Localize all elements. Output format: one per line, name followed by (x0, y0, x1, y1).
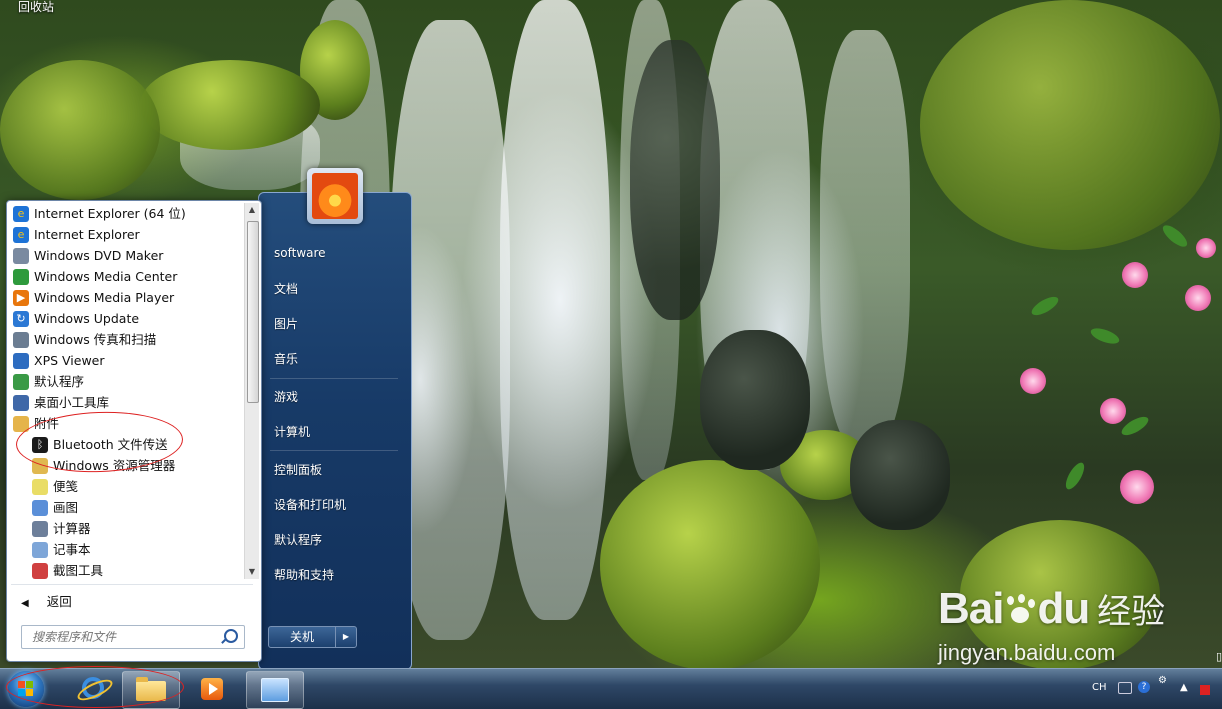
xps-viewer-icon (13, 352, 29, 369)
program-item[interactable]: 画图 (9, 497, 243, 518)
annotation-circle-taskbar (6, 666, 184, 708)
back-label: 返回 (46, 594, 72, 609)
recycle-bin-label[interactable]: 回收站 (18, 0, 54, 15)
program-item[interactable]: Windows DVD Maker (9, 245, 243, 266)
program-item-label: Windows Media Player (34, 290, 175, 305)
all-programs-list: e Internet Explorer (64 位) e Internet Explo… (9, 203, 243, 579)
program-item[interactable]: 记事本 (9, 539, 243, 560)
program-item[interactable]: ▶ Windows Media Player (9, 287, 243, 308)
divider (270, 378, 398, 379)
start-right-item-games[interactable]: 游戏 (274, 388, 298, 405)
dvd-maker-icon (13, 247, 29, 264)
fax-scan-icon (13, 331, 29, 348)
program-item-label: Windows Update (34, 311, 140, 326)
program-item-label: 默认程序 (34, 374, 85, 389)
start-right-item-devices-printers[interactable]: 设备和打印机 (274, 496, 346, 513)
program-item-label: Windows 传真和扫描 (34, 332, 157, 347)
program-item-label: Internet Explorer (64 位) (34, 206, 186, 221)
paint-icon (32, 499, 48, 516)
program-item-label: 截图工具 (53, 563, 104, 578)
media-player-icon: ▶ (13, 289, 29, 306)
program-item-label: Windows Media Center (34, 269, 178, 284)
ie-icon: e (13, 205, 29, 222)
baidu-watermark: Bai du 经验 jingyan.baidu.com (938, 584, 1166, 665)
truncated-edge-text: ▯ (1215, 650, 1222, 663)
baidu-logo: Bai du (938, 584, 1090, 633)
program-item[interactable]: Windows Media Center (9, 266, 243, 287)
taskbar-remote-desktop[interactable] (246, 671, 304, 709)
program-item-label: 画图 (53, 500, 79, 515)
back-arrow-icon: ◀ (21, 598, 29, 609)
notepad-icon (32, 541, 48, 558)
program-item[interactable]: e Internet Explorer (9, 224, 243, 245)
taskbar-media-player[interactable] (184, 671, 240, 707)
search-icon[interactable] (224, 629, 238, 643)
shutdown-options-arrow-icon[interactable]: ▶ (335, 626, 357, 648)
divider (11, 584, 253, 585)
start-right-item-pictures[interactable]: 图片 (274, 315, 298, 332)
tray-settings-icon[interactable]: ⚙ (1158, 675, 1167, 686)
program-item[interactable]: e Internet Explorer (64 位) (9, 203, 243, 224)
user-avatar[interactable] (307, 168, 363, 224)
scroll-thumb[interactable] (247, 221, 259, 403)
system-tray: CH ? ⚙ ▲ (1092, 669, 1222, 709)
sticky-notes-icon (32, 478, 48, 495)
watermark-text: 经验 (1097, 592, 1166, 632)
search-box[interactable] (21, 625, 245, 649)
gadgets-icon (13, 394, 29, 411)
network-status-icon[interactable] (1200, 685, 1210, 695)
search-input[interactable] (30, 626, 224, 648)
program-item[interactable]: 计算器 (9, 518, 243, 539)
program-item-label: 计算器 (53, 521, 91, 536)
divider (270, 450, 398, 451)
snipping-tool-icon (32, 562, 48, 579)
start-right-item-music[interactable]: 音乐 (274, 350, 298, 367)
program-item[interactable]: 便笺 (9, 476, 243, 497)
tray-arrow-icon[interactable]: ▲ (1180, 682, 1188, 693)
language-indicator[interactable]: CH (1092, 682, 1107, 693)
start-right-item-help-support[interactable]: 帮助和支持 (274, 566, 334, 583)
default-programs-icon (13, 373, 29, 390)
program-item-label: XPS Viewer (34, 353, 105, 368)
start-right-item-software[interactable]: software (274, 246, 326, 260)
scroll-down-arrow-icon[interactable]: ▼ (245, 565, 259, 579)
program-item[interactable]: ↻ Windows Update (9, 308, 243, 329)
keyboard-icon[interactable] (1118, 682, 1132, 694)
program-item-label: Windows DVD Maker (34, 248, 164, 263)
flower-picture-icon (312, 173, 358, 219)
network-window-icon (261, 678, 289, 702)
shutdown-button[interactable]: 关机 (268, 626, 336, 648)
start-right-item-default-programs[interactable]: 默认程序 (274, 531, 322, 548)
program-item[interactable]: 默认程序 (9, 371, 243, 392)
start-right-item-control-panel[interactable]: 控制面板 (274, 461, 322, 478)
start-right-item-documents[interactable]: 文档 (274, 280, 298, 297)
scroll-up-arrow-icon[interactable]: ▲ (245, 203, 259, 217)
update-icon: ↻ (13, 310, 29, 327)
program-list-scrollbar[interactable]: ▲ ▼ (244, 203, 259, 579)
ie-icon: e (13, 226, 29, 243)
program-item-label: 便笺 (53, 479, 79, 494)
paw-icon (1003, 594, 1037, 626)
program-item-label: 记事本 (53, 542, 91, 557)
program-item[interactable]: Windows 传真和扫描 (9, 329, 243, 350)
program-item[interactable]: XPS Viewer (9, 350, 243, 371)
program-item-label: Internet Explorer (34, 227, 140, 242)
back-button[interactable]: ◀ 返回 (9, 591, 249, 613)
media-player-icon (201, 678, 223, 700)
program-item-label: 桌面小工具库 (34, 395, 110, 410)
program-item[interactable]: 截图工具 (9, 560, 243, 579)
watermark-url: jingyan.baidu.com (938, 640, 1116, 665)
media-center-icon (13, 268, 29, 285)
program-item[interactable]: 桌面小工具库 (9, 392, 243, 413)
help-icon[interactable]: ? (1138, 681, 1150, 693)
calculator-icon (32, 520, 48, 537)
start-right-item-computer[interactable]: 计算机 (274, 423, 310, 440)
